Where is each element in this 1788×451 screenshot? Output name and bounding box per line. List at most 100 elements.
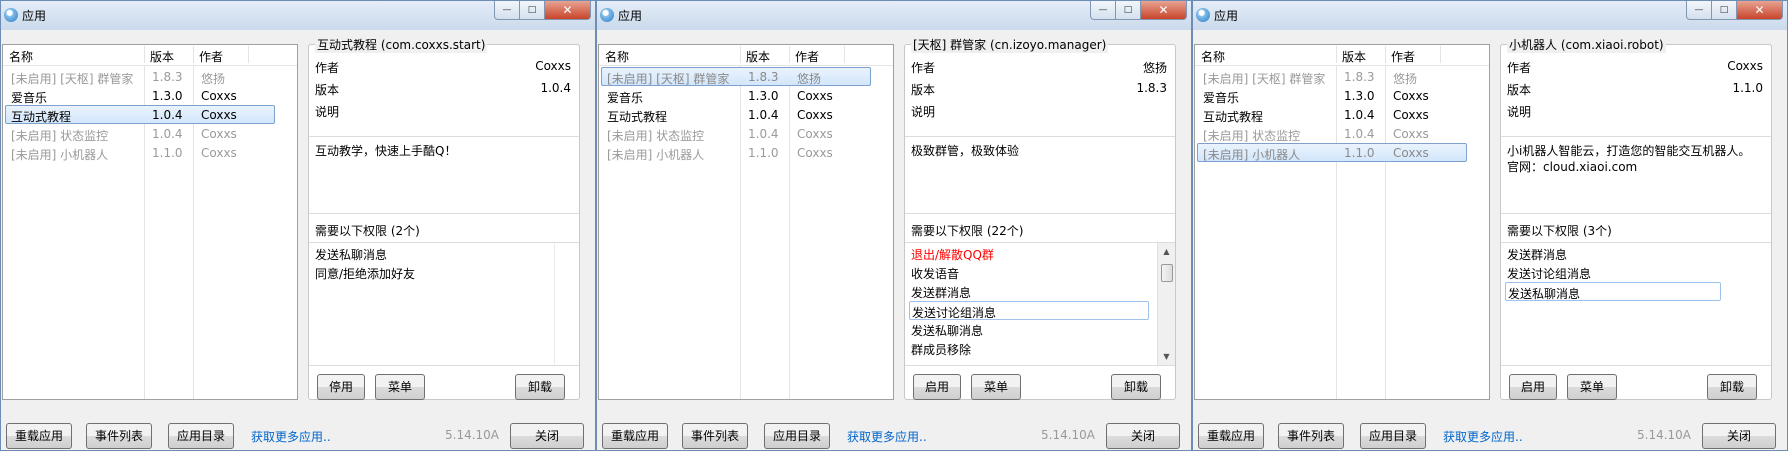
permissions-list[interactable]: 发送私聊消息 同意/拒绝添加好友 [309,242,579,366]
uninstall-button[interactable]: 卸载 [515,374,565,400]
column-divider[interactable] [789,46,790,63]
scroll-up-arrow-icon[interactable]: ▲ [1158,243,1175,260]
list-item[interactable]: [未启用] 状态监控 1.0.4 Coxxs [1197,124,1467,143]
event-list-button[interactable]: 事件列表 [86,423,152,449]
permission-item[interactable]: 收发语音 [909,263,1149,282]
list-item[interactable]: [未启用] 状态监控 1.0.4 Coxxs [5,124,275,143]
column-author-header[interactable]: 作者 [795,48,819,65]
description-text-box[interactable]: 极致群管，极致体验 [905,136,1175,214]
permission-item-selected[interactable]: 发送私聊消息 [1505,282,1721,301]
list-item[interactable]: 互动式教程 1.0.4 Coxxs [1197,105,1467,124]
column-divider[interactable] [1336,46,1337,63]
list-item[interactable]: [未启用] [天枢] 群管家 1.8.3 悠扬 [5,67,275,86]
close-button[interactable]: 关闭 [1702,423,1776,449]
permission-item[interactable]: 发送私聊消息 [313,244,553,263]
column-version-header[interactable]: 版本 [746,48,770,65]
title-bar[interactable]: 应用 — □ ✕ [1,1,595,30]
column-author-header[interactable]: 作者 [1391,48,1415,65]
permission-item[interactable]: 发送群消息 [909,282,1149,301]
uninstall-button[interactable]: 卸载 [1707,374,1757,400]
column-divider[interactable] [193,46,194,63]
get-more-apps-link[interactable]: 获取更多应用.. [251,428,331,445]
list-item[interactable]: 互动式教程 1.0.4 Coxxs [601,105,871,124]
scroll-thumb[interactable] [1161,264,1173,282]
list-item[interactable]: 爱音乐 1.3.0 Coxxs [5,86,275,105]
close-window-button[interactable]: ✕ [1141,1,1187,20]
description-text-box[interactable]: 小i机器人智能云，打造您的智能交互机器人。 官网：cloud.xiaoi.com [1501,136,1771,214]
list-item-selected[interactable]: [未启用] [天枢] 群管家 1.8.3 悠扬 [601,67,871,86]
list-item[interactable]: [未启用] 小机器人 1.1.0 Coxxs [601,143,871,162]
permissions-list[interactable]: 退出/解散QQ群 收发语音 发送群消息 发送讨论组消息 发送私聊消息 群成员移除… [905,242,1175,366]
enable-button[interactable]: 启用 [1509,374,1557,400]
menu-button[interactable]: 菜单 [375,374,425,400]
title-bar[interactable]: 应用 — □ ✕ [597,1,1191,30]
minimize-button[interactable]: — [1686,1,1712,20]
permission-item-selected[interactable]: 发送讨论组消息 [909,301,1149,320]
description-line: 极致群管，极致体验 [911,144,1020,158]
scroll-down-arrow-icon[interactable]: ▼ [1158,348,1175,365]
list-item[interactable]: [未启用] 小机器人 1.1.0 Coxxs [5,143,275,162]
version-label: 5.14.10A [445,428,500,442]
get-more-apps-link[interactable]: 获取更多应用.. [1443,428,1523,445]
permission-item[interactable]: 发送讨论组消息 [1505,263,1745,282]
close-window-button[interactable]: ✕ [545,1,591,20]
disable-button[interactable]: 停用 [317,374,365,400]
column-divider[interactable] [740,46,741,63]
column-version-header[interactable]: 版本 [150,48,174,65]
app-list[interactable]: 名称 版本 作者 [未启用] [天枢] 群管家 1.8.3 悠扬 爱音乐 1.3… [598,44,894,400]
permission-item[interactable]: 群成员移除 [909,339,1149,358]
reload-apps-button[interactable]: 重载应用 [6,423,72,449]
app-version: 1.1.0 [1344,146,1375,160]
app-list[interactable]: 名称 版本 作者 [未启用] [天枢] 群管家 1.8.3 悠扬 爱音乐 1.3… [1194,44,1490,400]
app-list[interactable]: 名称 版本 作者 [未启用] [天枢] 群管家 1.8.3 悠扬 爱音乐 1.3… [2,44,298,400]
minimize-button[interactable]: — [1090,1,1116,20]
permission-item[interactable]: 退出/解散QQ群 [909,244,1149,263]
description-text-box[interactable]: 互动教学，快速上手酷Q！ [309,136,579,214]
event-list-button[interactable]: 事件列表 [1278,423,1344,449]
maximize-button[interactable]: □ [1712,1,1737,20]
list-item-selected[interactable]: [未启用] 小机器人 1.1.0 Coxxs [1197,143,1467,162]
list-item-selected[interactable]: 互动式教程 1.0.4 Coxxs [5,105,275,124]
column-name-header[interactable]: 名称 [1201,48,1225,65]
close-button[interactable]: 关闭 [510,423,584,449]
app-version: 1.3.0 [152,89,183,103]
column-author-header[interactable]: 作者 [199,48,223,65]
title-bar[interactable]: 应用 — □ ✕ [1193,1,1787,30]
permissions-list[interactable]: 发送群消息 发送讨论组消息 发送私聊消息 [1501,242,1771,366]
event-list-button[interactable]: 事件列表 [682,423,748,449]
app-name: [未启用] 状态监控 [607,129,705,143]
menu-button[interactable]: 菜单 [1567,374,1617,400]
uninstall-button[interactable]: 卸载 [1111,374,1161,400]
app-author: Coxxs [797,127,833,141]
app-directory-button[interactable]: 应用目录 [764,423,830,449]
column-divider[interactable] [144,46,145,63]
list-item[interactable]: 爱音乐 1.3.0 Coxxs [601,86,871,105]
reload-apps-button[interactable]: 重载应用 [602,423,668,449]
column-divider[interactable] [248,46,249,63]
permission-item[interactable]: 同意/拒绝添加好友 [313,263,553,282]
list-item[interactable]: [未启用] [天枢] 群管家 1.8.3 悠扬 [1197,67,1467,86]
menu-button[interactable]: 菜单 [971,374,1021,400]
column-divider[interactable] [844,46,845,63]
maximize-button[interactable]: □ [520,1,545,20]
app-directory-button[interactable]: 应用目录 [168,423,234,449]
minimize-button[interactable]: — [494,1,520,20]
column-divider[interactable] [1440,46,1441,63]
close-window-button[interactable]: ✕ [1737,1,1783,20]
permission-item[interactable]: 发送群消息 [1505,244,1745,263]
list-item[interactable]: [未启用] 状态监控 1.0.4 Coxxs [601,124,871,143]
list-item[interactable]: 爱音乐 1.3.0 Coxxs [1197,86,1467,105]
app-directory-button[interactable]: 应用目录 [1360,423,1426,449]
maximize-button[interactable]: □ [1116,1,1141,20]
close-button[interactable]: 关闭 [1106,423,1180,449]
permissions-scrollbar[interactable]: ▲ ▼ [1157,243,1175,365]
column-divider[interactable] [1385,46,1386,63]
column-name-header[interactable]: 名称 [605,48,629,65]
reload-apps-button[interactable]: 重载应用 [1198,423,1264,449]
app-detail-title: 小机器人 (com.xiaoi.robot) [1507,36,1666,53]
column-version-header[interactable]: 版本 [1342,48,1366,65]
get-more-apps-link[interactable]: 获取更多应用.. [847,428,927,445]
permission-item[interactable]: 发送私聊消息 [909,320,1149,339]
column-name-header[interactable]: 名称 [9,48,33,65]
enable-button[interactable]: 启用 [913,374,961,400]
